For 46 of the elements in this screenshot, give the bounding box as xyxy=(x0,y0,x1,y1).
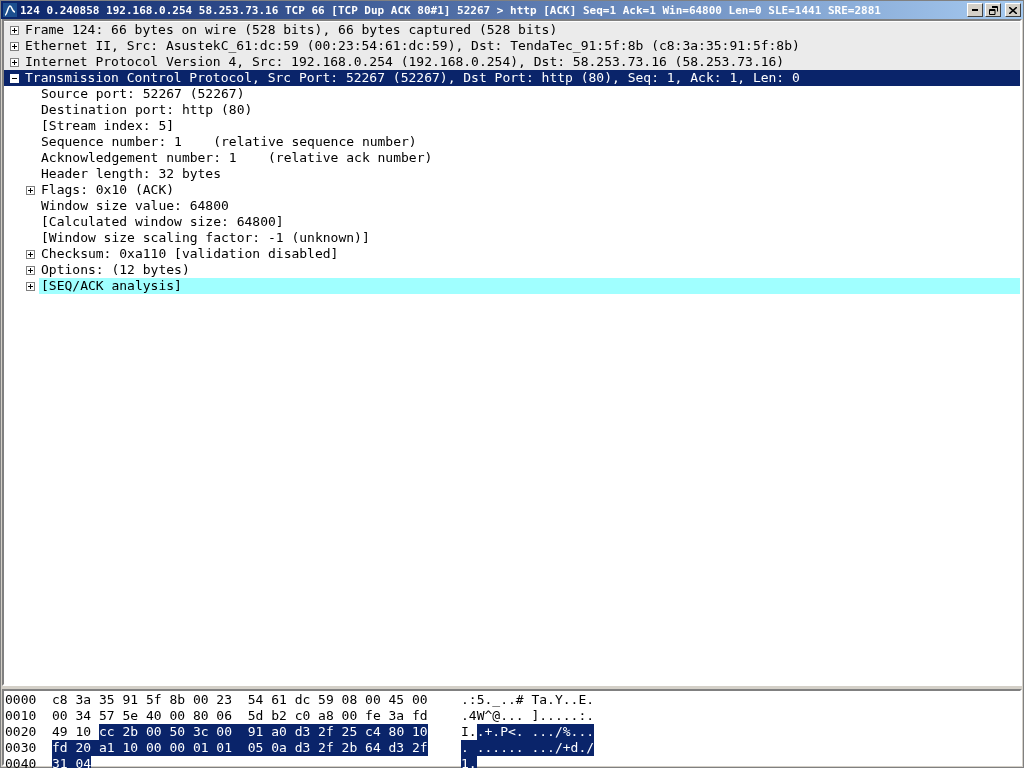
ascii-bytes[interactable]: .4W^@... ].....:. xyxy=(461,708,595,724)
tree-item[interactable]: [SEQ/ACK analysis] xyxy=(39,278,1020,294)
ascii-bytes[interactable]: . ...... .../+d./ xyxy=(461,740,595,756)
hex-bytes[interactable]: 49 10 xyxy=(52,724,99,740)
ascii-bytes[interactable]: .:5._..# Ta.Y..E. xyxy=(461,692,595,708)
close-button[interactable] xyxy=(1005,3,1021,17)
restore-button[interactable] xyxy=(985,3,1001,17)
tree-item[interactable]: [Calculated window size: 64800] xyxy=(39,214,1020,230)
expand-icon[interactable] xyxy=(26,281,35,291)
tree-item[interactable]: Source port: 52267 (52267) xyxy=(39,86,1020,102)
tree-item[interactable]: Header length: 32 bytes xyxy=(39,166,1020,182)
offset-label: 0040 xyxy=(4,756,38,768)
window-title: 124 0.240858 192.168.0.254 58.253.73.16 TCP 66 [TCP Dup ACK 80#1] 52267 > http [ACK] Seq=1 Ack=1 Win=64800 Len=0 SLE=1441 SRE=2881 xyxy=(20,3,882,17)
ascii-bytes[interactable]: 1. xyxy=(461,756,477,768)
expand-icon[interactable] xyxy=(10,25,19,35)
offset-label: 0010 xyxy=(4,708,38,724)
hex-bytes[interactable]: fd 20 a1 10 00 00 01 01 05 0a d3 2f 2b 64 d3 2f xyxy=(52,740,428,756)
hex-bytes[interactable]: 31 04 xyxy=(52,756,92,768)
ascii-bytes[interactable]: I. xyxy=(461,724,477,740)
tree-item[interactable]: [Stream index: 5] xyxy=(39,118,1020,134)
tree-item[interactable]: Flags: 0x10 (ACK) xyxy=(39,182,1020,198)
tree-item[interactable]: Destination port: http (80) xyxy=(39,102,1020,118)
expand-icon[interactable] xyxy=(26,185,35,195)
ascii-bytes[interactable]: .+.P<. .../%... xyxy=(476,724,595,740)
tree-item[interactable]: Sequence number: 1 (relative sequence number) xyxy=(39,134,1020,150)
hex-bytes[interactable]: c8 3a 35 91 5f 8b 00 23 54 61 dc 59 08 00 45 00 xyxy=(52,692,428,708)
minimize-icon xyxy=(972,9,978,11)
app-fin-icon xyxy=(3,3,17,17)
tree-item[interactable]: Checksum: 0xa110 [validation disabled] xyxy=(39,246,1020,262)
minimize-button[interactable] xyxy=(967,3,983,17)
tree-item[interactable]: Window size value: 64800 xyxy=(39,198,1020,214)
tree-item[interactable]: Acknowledgement number: 1 (relative ack number) xyxy=(39,150,1020,166)
offset-label: 0000 xyxy=(4,692,38,708)
close-icon xyxy=(1009,6,1017,14)
expand-icon[interactable] xyxy=(10,41,19,51)
expand-icon[interactable] xyxy=(26,265,35,275)
hex-bytes[interactable]: cc 2b 00 50 3c 00 91 a0 d3 2f 25 c4 80 10 xyxy=(98,724,428,740)
expand-icon[interactable] xyxy=(26,249,35,259)
hex-bytes[interactable]: 00 34 57 5e 40 00 80 06 5d b2 c0 a8 00 fe 3a fd xyxy=(52,708,428,724)
tree-item[interactable]: Options: (12 bytes) xyxy=(39,262,1020,278)
expand-icon[interactable] xyxy=(10,57,19,67)
offset-label: 0030 xyxy=(4,740,38,756)
tree-item[interactable]: [Window size scaling factor: -1 (unknown)] xyxy=(39,230,1020,246)
restore-icon xyxy=(988,5,998,15)
offset-label: 0020 xyxy=(4,724,38,740)
collapse-icon[interactable] xyxy=(10,73,19,83)
